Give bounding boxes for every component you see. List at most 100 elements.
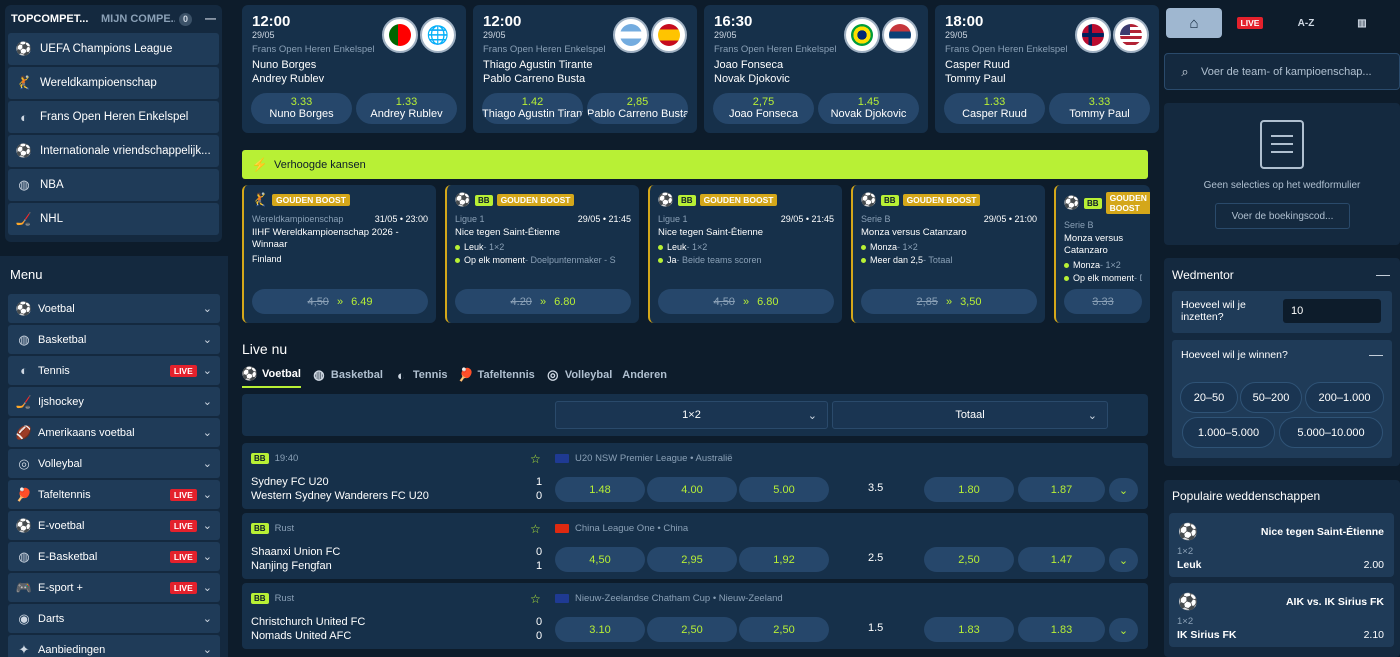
competition-item[interactable]: 🤾 Wereldkampioenschap <box>8 67 219 99</box>
tab-az[interactable]: A-Z <box>1278 8 1334 38</box>
boost-odd-button[interactable]: 4,50 » 6.49 <box>252 289 428 314</box>
boosted-odds-bar[interactable]: ⚡ Verhoogde kansen <box>242 150 1148 179</box>
odd-button-o1[interactable]: 1.48 <box>555 477 645 502</box>
boost-odd-button[interactable]: 3.33 <box>1064 289 1142 314</box>
collapse-icon[interactable]: — <box>1369 346 1383 362</box>
odd-button-under[interactable]: 1.47 <box>1018 547 1105 572</box>
popular-bet-odd[interactable]: 2.10 <box>1364 629 1384 641</box>
tab-basketbal[interactable]: ◍ Basketbal <box>311 366 383 388</box>
odd-button-over[interactable]: 2,50 <box>924 547 1014 572</box>
menu-item-ijshockey[interactable]: 🏒 Ijshockey ⌄ <box>8 387 220 416</box>
star-icon[interactable]: ☆ <box>530 522 541 536</box>
competition-item[interactable]: 🏒 NHL <box>8 203 219 235</box>
menu-item-e-basketbal[interactable]: ◍ E-Basketbal LIVE ⌄ <box>8 542 220 571</box>
odd-button-o2[interactable]: 1,92 <box>739 547 829 572</box>
odd-button-o1[interactable]: 3.10 <box>555 617 645 642</box>
odd-button-over[interactable]: 1.80 <box>924 477 1014 502</box>
match-card[interactable]: 12:00 29/05 Frans Open Heren Enkelspel Nuno… <box>242 5 466 133</box>
booking-code-input[interactable]: Voer de boekingscod... <box>1215 203 1350 229</box>
expand-markets-button[interactable]: ⌄ <box>1109 478 1138 502</box>
boost-card[interactable]: ⚽ BB GOUDEN BOOST Serie B Monza versus Catan… <box>1054 185 1150 323</box>
market-select-total[interactable]: Totaal ⌄ <box>832 401 1108 429</box>
stake-input[interactable]: 10 <box>1283 299 1381 323</box>
live-match-row[interactable]: BB Rust ☆ China League One • China Shaanxi U… <box>242 513 1148 579</box>
odd-button-ox[interactable]: 2,95 <box>647 547 737 572</box>
match-card[interactable]: 12:00 29/05 Frans Open Heren Enkelspel Thia… <box>473 5 697 133</box>
odd-button[interactable]: 3.33 Nuno Borges <box>251 93 352 124</box>
odd-button[interactable]: 1.33 Andrey Rublev <box>356 93 457 124</box>
boost-card[interactable]: ⚽ BB GOUDEN BOOST Serie B 29/05 • 21:00 Monza… <box>851 185 1045 323</box>
tab-top-competitions[interactable]: TOPCOMPET... <box>11 13 91 25</box>
odd-button[interactable]: 2,85 Pablo Carreno Busta <box>587 93 688 124</box>
expand-markets-button[interactable]: ⌄ <box>1109 618 1138 642</box>
odd-button-under[interactable]: 1.87 <box>1018 477 1105 502</box>
match-card[interactable]: 16:30 29/05 Frans Open Heren Enkelspel Joao… <box>704 5 928 133</box>
boost-card[interactable]: ⚽ BB GOUDEN BOOST Ligue 1 29/05 • 21:45 Nice … <box>445 185 639 323</box>
tab-tennis[interactable]: ◐ Tennis <box>393 366 448 388</box>
collapse-icon[interactable]: — <box>205 13 216 25</box>
boost-odd-button[interactable]: 4,50 » 6.80 <box>658 289 834 314</box>
menu-item-tennis[interactable]: ◐ Tennis LIVE ⌄ <box>8 356 220 385</box>
odd-button-ox[interactable]: 4.00 <box>647 477 737 502</box>
search-input[interactable]: ⌕ Voer de team- of kampioenschap... <box>1164 53 1400 90</box>
star-icon[interactable]: ☆ <box>530 592 541 606</box>
tab-volleybal[interactable]: ◎ Volleybal <box>545 366 612 388</box>
bet-builder-badge: BB <box>678 194 696 206</box>
star-icon[interactable]: ☆ <box>530 452 541 466</box>
odd-button-o2[interactable]: 2,50 <box>739 617 829 642</box>
odd-button[interactable]: 2,75 Joao Fonseca <box>713 93 814 124</box>
competition-item[interactable]: ◐ Frans Open Heren Enkelspel <box>8 101 219 133</box>
odd-button[interactable]: 3.33 Tommy Paul <box>1049 93 1150 124</box>
boost-card[interactable]: ⚽ BB GOUDEN BOOST Ligue 1 29/05 • 21:45 Nice … <box>648 185 842 323</box>
live-match-row[interactable]: BB 19:40 ☆ U20 NSW Premier League • Austral… <box>242 443 1148 509</box>
odd-button[interactable]: 1.45 Novak Djokovic <box>818 93 919 124</box>
menu-item-tafeltennis[interactable]: 🏓 Tafeltennis LIVE ⌄ <box>8 480 220 509</box>
popular-bet-card[interactable]: ⚽ Nice tegen Saint-Étienne 1×2 Leuk 2.00 <box>1169 513 1394 577</box>
tab-anderen[interactable]: Anderen <box>622 366 667 388</box>
tab-stats[interactable]: ▥ <box>1334 8 1390 38</box>
boost-odd-button[interactable]: 2,85 » 3,50 <box>861 289 1037 314</box>
live-match-row[interactable]: BB Rust ☆ Nieuw-Zeelandse Chatham Cup • Nie… <box>242 583 1148 649</box>
match-card[interactable]: 18:00 29/05 Frans Open Heren Enkelspel Casp… <box>935 5 1159 133</box>
win-range-chip[interactable]: 20–50 <box>1180 382 1238 413</box>
competition-item[interactable]: ⚽ UEFA Champions League <box>8 33 219 65</box>
odd-button-ox[interactable]: 2,50 <box>647 617 737 642</box>
menu-item-basketbal[interactable]: ◍ Basketbal ⌄ <box>8 325 220 354</box>
hockey-icon: 🏒 <box>15 393 33 409</box>
tab-tafeltennis[interactable]: 🏓 Tafeltennis <box>457 366 534 388</box>
menu-item-amerikaans-voetbal[interactable]: 🏈 Amerikaans voetbal ⌄ <box>8 418 220 447</box>
odd-button[interactable]: 1.33 Casper Ruud <box>944 93 1045 124</box>
popular-bet-card[interactable]: ⚽ AIK vs. IK Sirius FK 1×2 IK Sirius FK 2.10 <box>1169 583 1394 647</box>
win-range-chip[interactable]: 200–1.000 <box>1305 382 1384 413</box>
menu-item-aanbiedingen[interactable]: ✦ Aanbiedingen ⌄ <box>8 635 220 657</box>
menu-item-e-voetbal[interactable]: ⚽ E-voetbal LIVE ⌄ <box>8 511 220 540</box>
competition-item[interactable]: ⚽ Internationale vriendschappelijk... <box>8 135 219 167</box>
boost-selection: Leuk - 1×2 <box>658 242 834 252</box>
market-select-1x2[interactable]: 1×2 ⌄ <box>555 401 828 429</box>
odd-button-o2[interactable]: 5.00 <box>739 477 829 502</box>
popular-bet-odd[interactable]: 2.00 <box>1364 559 1384 571</box>
menu-item-e-sport-[interactable]: 🎮 E-sport + LIVE ⌄ <box>8 573 220 602</box>
boost-odd-button[interactable]: 4.20 » 6.80 <box>455 289 631 314</box>
odd-button[interactable]: 1.42 Thiago Agustin Tirante <box>482 93 583 124</box>
win-range-chip[interactable]: 1.000–5.000 <box>1182 417 1275 448</box>
tab-home[interactable]: ⌂ <box>1166 8 1222 38</box>
tennis-ball-icon: ◐ <box>396 367 405 383</box>
menu-item-darts[interactable]: ◉ Darts ⌄ <box>8 604 220 633</box>
win-range-chip[interactable]: 5.000–10.000 <box>1279 417 1383 448</box>
odd-button-under[interactable]: 1.83 <box>1018 617 1105 642</box>
menu-item-volleybal[interactable]: ◎ Volleybal ⌄ <box>8 449 220 478</box>
menu-item-voetbal[interactable]: ⚽ Voetbal ⌄ <box>8 294 220 323</box>
collapse-icon[interactable]: — <box>1376 266 1390 282</box>
competition-item[interactable]: ◍ NBA <box>8 169 219 201</box>
expand-markets-button[interactable]: ⌄ <box>1109 548 1138 572</box>
odd-button-o1[interactable]: 4,50 <box>555 547 645 572</box>
tab-voetbal[interactable]: ⚽ Voetbal <box>242 366 301 388</box>
win-range-chip[interactable]: 50–200 <box>1240 382 1302 413</box>
tab-live[interactable]: LIVE <box>1222 8 1278 38</box>
table-tennis-icon: 🏓 <box>457 367 474 382</box>
tab-my-competitions[interactable]: MIJN COMPE... <box>101 13 175 25</box>
boost-card[interactable]: 🤾 GOUDEN BOOST Wereldkampioenschap 31/05 • … <box>242 185 436 323</box>
league-label: China League One • China <box>575 523 689 534</box>
odd-button-over[interactable]: 1.83 <box>924 617 1014 642</box>
